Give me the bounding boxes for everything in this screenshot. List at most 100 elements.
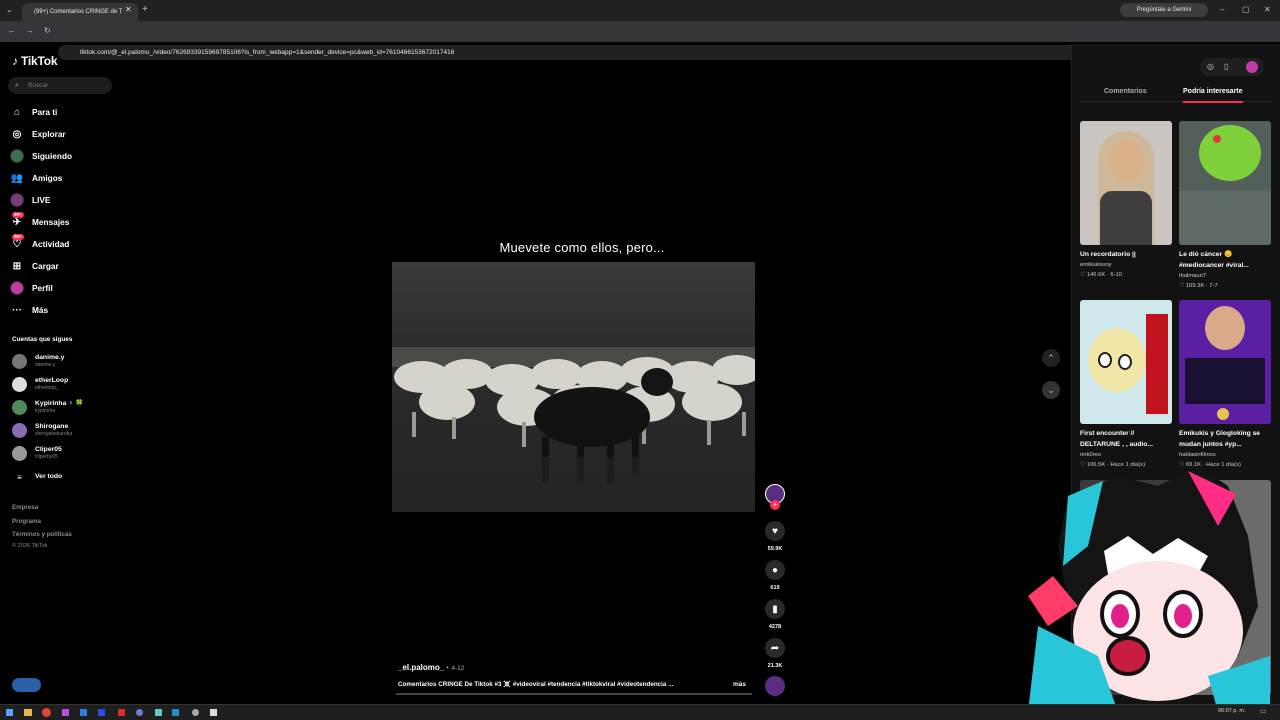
avatar — [12, 353, 27, 369]
taskbar-app-icon[interactable] — [98, 709, 105, 716]
start-icon[interactable] — [6, 709, 13, 716]
search-input[interactable]: ⌕ Buscar — [8, 77, 112, 94]
close-tab-icon[interactable]: ✕ — [125, 6, 132, 14]
video-description: Comentarios CRINGE De Tiktok #3 ☠️ #vide… — [398, 681, 674, 688]
save-button[interactable]: ▮ 4278 — [763, 599, 787, 630]
card-author: thalmauri7 — [1179, 273, 1207, 279]
floating-toggle[interactable] — [12, 678, 41, 692]
gemini-button[interactable]: Pregúntale a Gemini — [1120, 3, 1208, 17]
avatar — [12, 376, 27, 392]
sheep-herd-frame — [392, 262, 755, 512]
card-title: Emikukis y Glogloking se mudan juntos #y… — [1179, 430, 1261, 448]
video-author: _el.palomo_ — [398, 663, 445, 672]
taskbar-app-icon[interactable] — [155, 709, 162, 716]
upload-icon: ⊞ — [12, 260, 22, 272]
video-player[interactable] — [392, 262, 755, 512]
following-account[interactable]: Shirogane shiroganekuroba — [12, 420, 72, 440]
nav-live[interactable]: LIVE — [10, 191, 120, 209]
card-title: First encounter // DELTARUNE , , audio..… — [1080, 430, 1153, 448]
compass-icon[interactable]: ◎ — [1207, 63, 1214, 71]
taskbar-app-icon[interactable] — [192, 709, 199, 716]
card-thumbnail — [1080, 121, 1172, 245]
footer-terms[interactable]: Términos y políticas — [12, 531, 72, 538]
avatar[interactable] — [1246, 61, 1258, 73]
browser-tab[interactable]: (99+) Comentarios CRINGE de T — [22, 3, 138, 21]
music-disc-icon — [765, 676, 785, 696]
video-caption-overlay: Muevete como ellos, pero... — [499, 240, 665, 255]
like-button[interactable]: ♥ 59.9K — [763, 521, 787, 552]
taskbar-app-icon[interactable] — [80, 709, 87, 716]
author-avatar-button[interactable]: + — [763, 484, 787, 510]
taskbar-app-icon[interactable] — [118, 709, 125, 716]
close-window-icon[interactable]: ✕ — [1264, 6, 1271, 14]
share-button[interactable]: ➦ 21.3K — [763, 638, 787, 669]
windows-taskbar — [0, 704, 1280, 720]
following-account[interactable]: etherLoop etherloop_ — [12, 374, 68, 394]
music-disc-button[interactable] — [763, 676, 787, 696]
messages-icon: ✈ 99+ — [12, 212, 24, 228]
taskbar-app-icon[interactable] — [210, 709, 217, 716]
device-icon[interactable]: ▯ — [1224, 63, 1228, 71]
recommended-card[interactable]: Le dió cáncer 😔 #mediocancer #viral... t… — [1179, 121, 1271, 291]
taskbar-app-icon[interactable] — [136, 709, 143, 716]
following-title: Cuentas que sigues — [12, 336, 73, 343]
recommended-card[interactable]: Emikukis y Glogloking se mudan juntos #y… — [1179, 300, 1271, 470]
nav-explorar[interactable]: ◎ Explorar — [10, 125, 120, 143]
footer-empresa[interactable]: Empresa — [12, 504, 38, 511]
following-account[interactable]: Kypirinha ♀ 🍀 kypirinha — [12, 397, 84, 417]
tiktok-logo[interactable]: ♪ TikTok — [12, 54, 58, 68]
live-avatar — [10, 193, 24, 207]
panel-tabs: Comentarios Podría interesarte — [1080, 84, 1272, 103]
taskbar-app-icon[interactable] — [172, 709, 179, 716]
nav-cargar[interactable]: ⊞ Cargar — [10, 257, 120, 275]
address-bar[interactable]: tiktok.com/@_el.palomo_/video/7626933915… — [58, 45, 1158, 60]
video-progress-bar[interactable] — [396, 693, 752, 695]
video-date: 4-12 — [451, 665, 465, 672]
comment-button[interactable]: ● 619 — [763, 560, 787, 591]
recommended-card[interactable]: Un recordatorio || emikukissoy ♡ 146.6K … — [1080, 121, 1172, 280]
footer-programa[interactable]: Programa — [12, 518, 41, 525]
tab-comentarios[interactable]: Comentarios — [1104, 85, 1147, 99]
nav-para-ti[interactable]: ⌂ Para ti — [10, 103, 120, 121]
chevron-up-icon: ⌃ — [1047, 353, 1055, 363]
previous-video-button[interactable]: ⌃ — [1042, 349, 1060, 367]
taskbar-app-icon[interactable] — [24, 709, 32, 716]
tab-title: (99+) Comentarios CRINGE de T — [34, 9, 123, 15]
home-icon: ⌂ — [13, 106, 21, 118]
tab-list-icon[interactable]: ⌄ — [6, 6, 13, 14]
messages-badge: 99+ — [12, 212, 24, 218]
follow-plus-icon[interactable]: + — [770, 500, 780, 510]
card-thumbnail — [1179, 300, 1271, 424]
nav-perfil[interactable]: Perfil — [10, 279, 120, 297]
following-account[interactable]: danime.y danime.y — [12, 351, 64, 371]
nav-mensajes[interactable]: ✈ 99+ Mensajes — [10, 212, 120, 231]
more-description-link[interactable]: más — [733, 681, 746, 688]
reload-icon[interactable]: ↻ — [44, 27, 51, 35]
video-author-line[interactable]: _el.palomo_ · 4-12 — [398, 663, 464, 672]
recommended-card[interactable]: First encounter // DELTARUNE , , audio..… — [1080, 300, 1172, 470]
card-thumbnail — [1179, 121, 1271, 245]
taskbar-app-icon[interactable] — [62, 709, 69, 716]
following-avatar — [10, 149, 24, 163]
tab-podria-interesarte[interactable]: Podría interesarte — [1183, 85, 1243, 103]
maximize-icon[interactable]: ▢ — [1242, 6, 1250, 14]
minimize-icon[interactable]: – — [1220, 6, 1224, 14]
card-title: Le dió cáncer 😔 #mediocancer #viral... — [1179, 251, 1249, 269]
next-video-button[interactable]: ⌄ — [1042, 381, 1060, 399]
taskbar-app-icon[interactable] — [42, 708, 51, 717]
card-title: Un recordatorio || — [1080, 251, 1136, 258]
bookmark-icon: ▮ — [765, 599, 785, 619]
nav-actividad[interactable]: ♡ 99+ Actividad — [10, 234, 120, 253]
forward-icon[interactable]: → — [26, 27, 34, 35]
avatar — [12, 399, 27, 415]
back-icon[interactable]: ← — [8, 27, 16, 35]
nav-amigos[interactable]: 👥 Amigos — [10, 169, 120, 187]
nav-mas[interactable]: ··· Más — [10, 301, 120, 319]
notification-icon[interactable]: ▭ — [1260, 708, 1267, 715]
see-all-link[interactable]: ≡ Ver todo — [12, 467, 62, 487]
following-account[interactable]: Cliper05 cliperby05 — [12, 443, 62, 463]
taskbar-clock[interactable]: 06:07 p. m. — [1218, 708, 1246, 714]
new-tab-icon[interactable]: + — [142, 5, 148, 15]
nav-siguiendo[interactable]: Siguiendo — [10, 147, 120, 165]
activity-badge: 99+ — [12, 234, 24, 240]
